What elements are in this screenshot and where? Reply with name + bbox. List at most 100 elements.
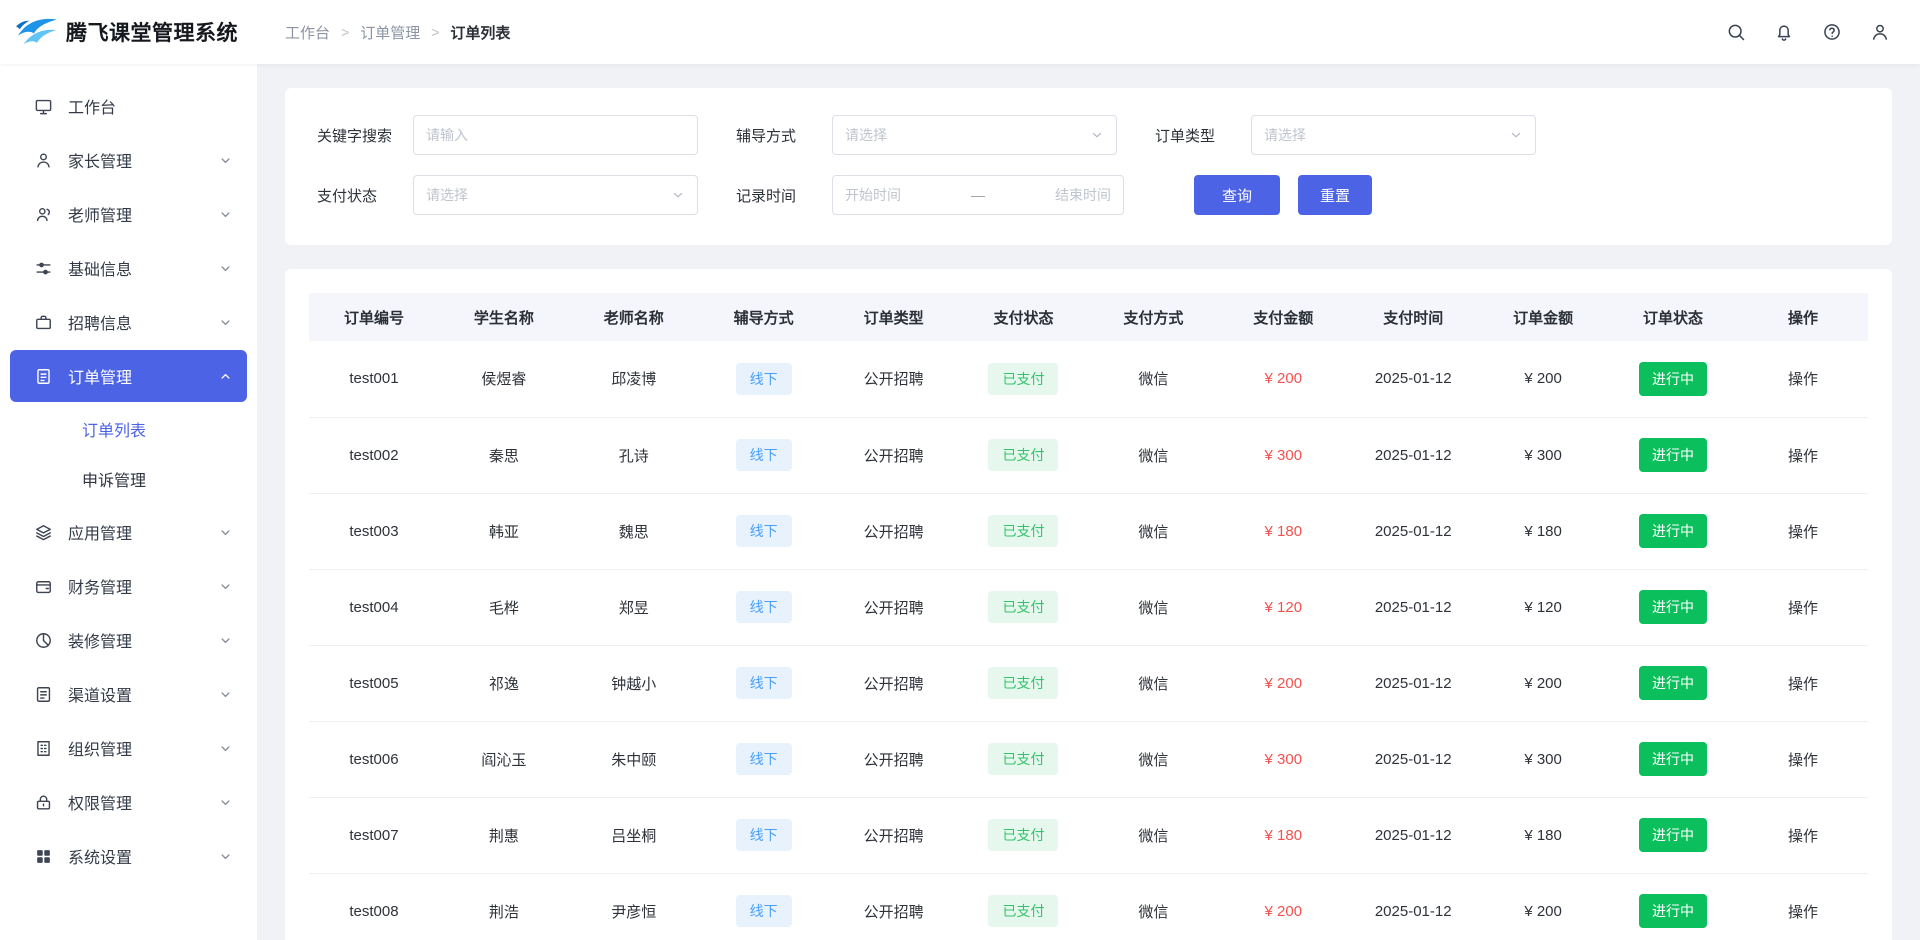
order-type-select[interactable]: 请选择: [1251, 115, 1536, 155]
breadcrumb-item[interactable]: 订单管理: [360, 22, 420, 43]
permission-icon: [34, 793, 53, 812]
keyword-label: 关键字搜索: [317, 125, 413, 146]
sidebar-item-channel[interactable]: 渠道设置: [10, 668, 247, 720]
cell-order_status: 进行中: [1608, 417, 1738, 493]
sidebar-item-org[interactable]: 组织管理: [10, 722, 247, 774]
column-header-order_status: 订单状态: [1608, 293, 1738, 341]
order-type-placeholder: 请选择: [1264, 125, 1306, 145]
sidebar-item-recruit[interactable]: 招聘信息: [10, 296, 247, 348]
sidebar-item-app[interactable]: 应用管理: [10, 506, 247, 558]
system-icon: [34, 847, 53, 866]
cell-mode: 线下: [699, 645, 829, 721]
keyword-input[interactable]: [413, 115, 698, 155]
pay-status-placeholder: 请选择: [426, 185, 468, 205]
tutor-mode-tag: 线下: [736, 439, 792, 471]
header-actions: [1726, 22, 1920, 42]
reset-button[interactable]: 重置: [1298, 175, 1372, 215]
order-status-badge: 进行中: [1639, 514, 1707, 548]
decorate-icon: [34, 631, 53, 650]
pay-status-tag: 已支付: [988, 363, 1058, 395]
search-icon[interactable]: [1726, 22, 1746, 42]
row-action-link[interactable]: 操作: [1788, 904, 1818, 921]
tutor-mode-tag: 线下: [736, 819, 792, 851]
row-action-link[interactable]: 操作: [1788, 524, 1818, 541]
help-icon[interactable]: [1822, 22, 1842, 42]
sidebar-item-teacher[interactable]: 老师管理: [10, 188, 247, 240]
cell-pay_time: 2025-01-12: [1348, 569, 1478, 645]
cell-action[interactable]: 操作: [1738, 493, 1868, 569]
cell-mode: 线下: [699, 873, 829, 940]
sidebar-item-finance[interactable]: 财务管理: [10, 560, 247, 612]
pay-amount-value: ¥ 300: [1265, 447, 1303, 464]
tutor-mode-tag: 线下: [736, 363, 792, 395]
sidebar-item-permission[interactable]: 权限管理: [10, 776, 247, 828]
filter-row-2: 支付状态 请选择 记录时间 开始时间 — 结束时间 查询 重置: [317, 175, 1860, 215]
filter-row-1: 关键字搜索 辅导方式 请选择 订单类型 请选择: [317, 115, 1860, 155]
cell-action[interactable]: 操作: [1738, 341, 1868, 417]
order-status-badge: 进行中: [1639, 666, 1707, 700]
table-row: test005祁逸钟越小线下公开招聘已支付微信¥ 2002025-01-12¥ …: [309, 645, 1868, 721]
keyword-field-group: 关键字搜索: [317, 115, 698, 155]
cell-action[interactable]: 操作: [1738, 797, 1868, 873]
cell-order_no: test001: [309, 341, 439, 417]
org-icon: [34, 739, 53, 758]
cell-pay_status: 已支付: [959, 493, 1089, 569]
cell-action[interactable]: 操作: [1738, 417, 1868, 493]
row-action-link[interactable]: 操作: [1788, 828, 1818, 845]
workbench-icon: [34, 97, 53, 116]
pay-amount-value: ¥ 200: [1265, 370, 1303, 387]
pay-status-tag: 已支付: [988, 895, 1058, 927]
order-status-badge: 进行中: [1639, 590, 1707, 624]
sidebar-item-workbench[interactable]: 工作台: [10, 80, 247, 132]
cell-order_type: 公开招聘: [829, 493, 959, 569]
chevron-down-icon: [218, 261, 233, 276]
cell-order_no: test006: [309, 721, 439, 797]
row-action-link[interactable]: 操作: [1788, 600, 1818, 617]
cell-teacher: 钟越小: [569, 645, 699, 721]
filter-panel: 关键字搜索 辅导方式 请选择 订单类型 请选择: [285, 88, 1892, 245]
sidebar-subitem[interactable]: 订单列表: [0, 404, 257, 454]
cell-order_amount: ¥ 180: [1478, 493, 1608, 569]
sidebar-subitem[interactable]: 申诉管理: [0, 454, 257, 504]
bell-icon[interactable]: [1774, 22, 1794, 42]
sidebar-item-label: 家长管理: [68, 148, 132, 172]
cell-order_type: 公开招聘: [829, 569, 959, 645]
cell-pay_method: 微信: [1088, 645, 1218, 721]
column-header-mode: 辅导方式: [699, 293, 829, 341]
row-action-link[interactable]: 操作: [1788, 752, 1818, 769]
pay-status-tag: 已支付: [988, 515, 1058, 547]
search-button[interactable]: 查询: [1194, 175, 1280, 215]
cell-action[interactable]: 操作: [1738, 721, 1868, 797]
cell-pay_time: 2025-01-12: [1348, 417, 1478, 493]
column-header-pay_amount: 支付金额: [1218, 293, 1348, 341]
cell-order_amount: ¥ 200: [1478, 341, 1608, 417]
date-range-picker[interactable]: 开始时间 — 结束时间: [832, 175, 1124, 215]
cell-order_status: 进行中: [1608, 797, 1738, 873]
row-action-link[interactable]: 操作: [1788, 371, 1818, 388]
sidebar-item-label: 老师管理: [68, 202, 132, 226]
sidebar-item-base-info[interactable]: 基础信息: [10, 242, 247, 294]
sidebar-item-system[interactable]: 系统设置: [10, 830, 247, 882]
cell-student: 毛桦: [439, 569, 569, 645]
sidebar-item-decorate[interactable]: 装修管理: [10, 614, 247, 666]
teacher-icon: [34, 205, 53, 224]
table-row: test003韩亚魏思线下公开招聘已支付微信¥ 1802025-01-12¥ 1…: [309, 493, 1868, 569]
cell-action[interactable]: 操作: [1738, 873, 1868, 940]
sidebar-item-label: 组织管理: [68, 736, 132, 760]
cell-action[interactable]: 操作: [1738, 645, 1868, 721]
sidebar-item-order[interactable]: 订单管理: [10, 350, 247, 402]
order-status-badge: 进行中: [1639, 818, 1707, 852]
sidebar-item-parent[interactable]: 家长管理: [10, 134, 247, 186]
cell-action[interactable]: 操作: [1738, 569, 1868, 645]
tutor-mode-select[interactable]: 请选择: [832, 115, 1117, 155]
order-status-badge: 进行中: [1639, 894, 1707, 928]
row-action-link[interactable]: 操作: [1788, 676, 1818, 693]
row-action-link[interactable]: 操作: [1788, 448, 1818, 465]
pay-amount-value: ¥ 180: [1265, 523, 1303, 540]
cell-order_amount: ¥ 120: [1478, 569, 1608, 645]
breadcrumb-item[interactable]: 工作台: [285, 22, 330, 43]
table-header-row: 订单编号学生名称老师名称辅导方式订单类型支付状态支付方式支付金额支付时间订单金额…: [309, 293, 1868, 341]
pay-amount-value: ¥ 300: [1265, 751, 1303, 768]
user-icon[interactable]: [1870, 22, 1890, 42]
pay-status-select[interactable]: 请选择: [413, 175, 698, 215]
